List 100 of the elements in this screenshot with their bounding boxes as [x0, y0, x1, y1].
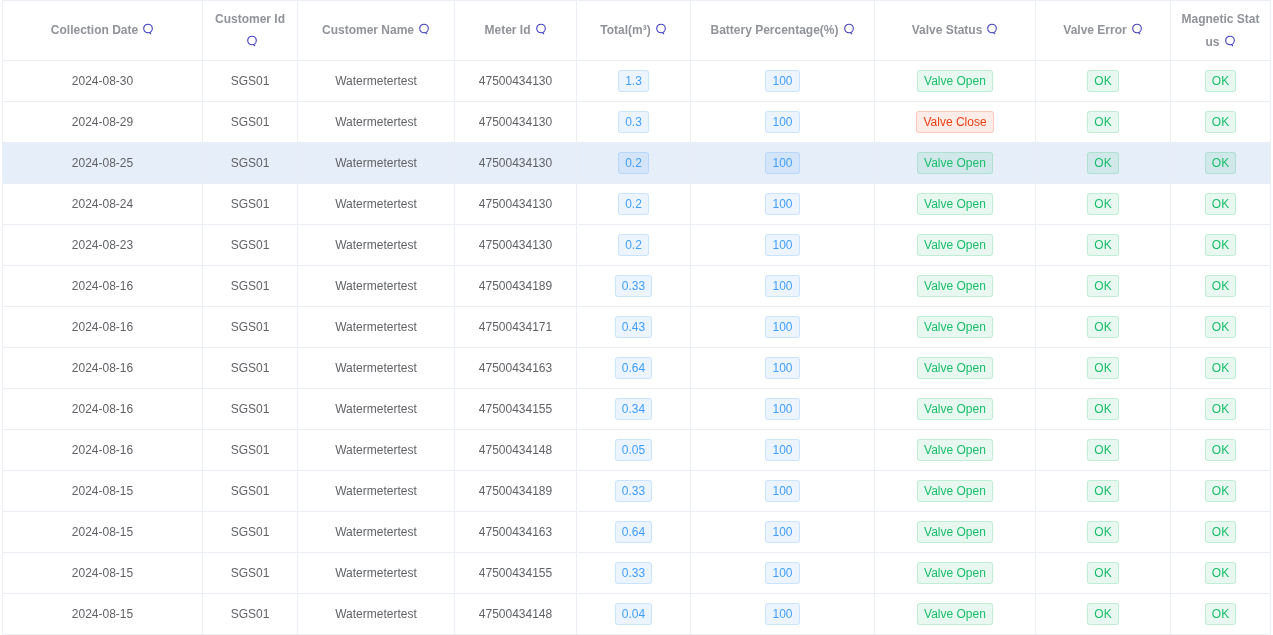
table-cell: Watermetertest [335, 525, 417, 539]
status-tag: 100 [765, 521, 800, 543]
status-tag: OK [1087, 111, 1119, 133]
status-tag: OK [1087, 275, 1119, 297]
table-cell: 47500434163 [478, 525, 553, 539]
status-tag: Valve Open [917, 70, 993, 92]
status-tag: 100 [765, 398, 800, 420]
table-cell: 47500434155 [478, 402, 553, 416]
status-tag: 100 [765, 480, 800, 502]
table-cell: 47500434148 [478, 607, 553, 621]
table-cell: 2024-08-29 [71, 115, 134, 129]
search-icon[interactable] [1223, 34, 1236, 47]
status-tag: 100 [765, 234, 800, 256]
status-tag: OK [1204, 398, 1237, 420]
status-tag: Valve Close [916, 111, 994, 133]
column-label: Collection Date [50, 19, 155, 42]
status-tag: 0.34 [614, 398, 653, 420]
status-tag: 100 [765, 562, 800, 584]
search-icon[interactable] [986, 23, 999, 35]
status-tag: OK [1204, 439, 1237, 461]
status-tag: OK [1204, 111, 1237, 133]
search-icon[interactable] [654, 23, 667, 35]
table-cell: 47500434163 [478, 361, 553, 375]
search-icon[interactable] [142, 23, 155, 35]
table-cell: 47500434130 [478, 238, 553, 252]
table-cell: SGS01 [230, 443, 270, 457]
table-cell: SGS01 [230, 361, 270, 375]
table-cell: SGS01 [230, 320, 270, 334]
status-tag: 100 [765, 357, 800, 379]
search-icon[interactable] [1130, 23, 1143, 35]
column-label: Customer Name [322, 19, 430, 42]
status-tag: 0.64 [614, 521, 653, 543]
table-cell: SGS01 [230, 74, 270, 88]
table-cell: Watermetertest [335, 607, 417, 621]
search-icon[interactable] [842, 23, 855, 35]
status-tag: Valve Open [917, 234, 993, 256]
column-label: Valve Error [1063, 19, 1143, 42]
status-tag: OK [1204, 316, 1237, 338]
table-cell: 47500434130 [478, 74, 553, 88]
table-cell: 2024-08-15 [71, 566, 134, 580]
status-tag: 1.3 [618, 70, 649, 92]
status-tag: OK [1204, 480, 1237, 502]
table-cell: 47500434189 [478, 484, 553, 498]
status-tag: 0.04 [614, 603, 653, 625]
status-tag: OK [1204, 357, 1237, 379]
table-cell: 2024-08-23 [71, 238, 134, 252]
status-tag: Valve Open [917, 316, 993, 338]
search-icon[interactable] [418, 23, 430, 35]
column-label: Magnetic Status [1180, 10, 1261, 51]
status-tag: 0.33 [614, 275, 653, 297]
status-tag: OK [1087, 521, 1119, 543]
status-tag: Valve Open [917, 357, 993, 379]
status-tag: OK [1204, 275, 1237, 297]
status-tag: OK [1204, 193, 1237, 215]
column-label: Customer Id [211, 7, 289, 54]
status-tag: OK [1087, 316, 1119, 338]
status-tag: OK [1087, 398, 1119, 420]
table-cell: Watermetertest [335, 197, 417, 211]
table-cell: SGS01 [230, 156, 270, 170]
table-cell: Watermetertest [335, 74, 417, 88]
table-cell: SGS01 [230, 402, 270, 416]
table-cell: SGS01 [230, 279, 270, 293]
table-cell: 2024-08-16 [71, 279, 134, 293]
status-tag: Valve Open [917, 398, 993, 420]
status-tag: 0.64 [614, 357, 653, 379]
status-tag: OK [1204, 70, 1237, 92]
table-cell: Watermetertest [335, 402, 417, 416]
table-cell: 2024-08-30 [71, 74, 134, 88]
status-tag: Valve Open [917, 439, 993, 461]
column-label: Battery Percentage(%) [710, 19, 855, 42]
search-icon[interactable] [534, 23, 547, 35]
table-cell: 2024-08-15 [71, 484, 134, 498]
status-tag: Valve Open [917, 275, 993, 297]
table-cell: Watermetertest [335, 361, 417, 375]
column-label: Meter Id [484, 19, 547, 42]
table-cell: 47500434189 [478, 279, 553, 293]
column-label: Total(m³) [600, 19, 667, 42]
status-tag: OK [1087, 562, 1119, 584]
table-cell: Watermetertest [335, 320, 417, 334]
table-cell: Watermetertest [335, 115, 417, 129]
search-icon[interactable] [246, 34, 258, 47]
table-cell: 47500434130 [478, 156, 553, 170]
status-tag: 100 [765, 111, 800, 133]
column-label: Valve Status [911, 19, 999, 42]
table-cell: SGS01 [230, 484, 270, 498]
table-cell: 2024-08-25 [71, 156, 134, 170]
table-cell: 2024-08-16 [71, 320, 134, 334]
status-tag: 100 [765, 193, 800, 215]
status-tag: Valve Open [917, 480, 993, 502]
status-tag: 0.2 [618, 234, 649, 256]
status-tag: 0.3 [618, 111, 649, 133]
table-cell: 2024-08-16 [71, 443, 134, 457]
status-tag: Valve Open [917, 521, 993, 543]
table-cell: SGS01 [230, 566, 270, 580]
table-cell: SGS01 [230, 115, 270, 129]
status-tag: Valve Open [917, 193, 993, 215]
status-tag: 0.33 [614, 562, 653, 584]
table-cell: 2024-08-15 [71, 525, 134, 539]
status-tag: Valve Open [917, 562, 993, 584]
status-tag: 100 [765, 275, 800, 297]
